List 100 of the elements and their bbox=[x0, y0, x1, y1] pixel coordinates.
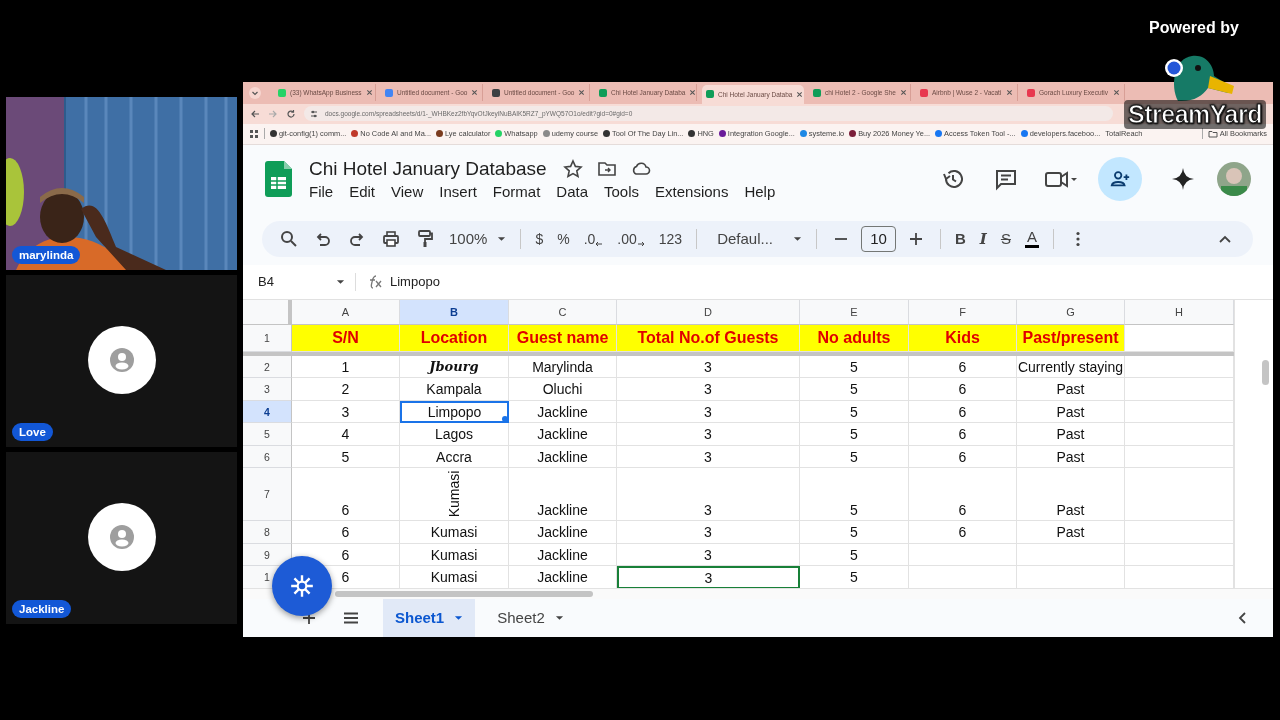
menu-item[interactable]: File bbox=[309, 182, 334, 200]
table-cell: Past bbox=[1017, 378, 1125, 401]
percent-button[interactable]: % bbox=[557, 230, 570, 247]
table-cell: Jackline bbox=[509, 400, 617, 424]
participant-name: Love bbox=[12, 423, 53, 441]
snowflake-icon bbox=[289, 573, 315, 599]
table-cell: 3 bbox=[292, 400, 400, 424]
folder-icon bbox=[1207, 128, 1218, 139]
table-cell: Jackline bbox=[509, 423, 617, 446]
sheet-tab[interactable]: Sheet1 bbox=[383, 599, 476, 637]
table-cell: Oluchi bbox=[509, 378, 617, 401]
table-cell: 6 bbox=[909, 355, 1017, 379]
caret-icon bbox=[554, 615, 564, 621]
table-cell: 2 bbox=[292, 378, 400, 401]
table-cell: Past bbox=[1017, 468, 1125, 522]
menu-item[interactable]: View bbox=[391, 182, 424, 200]
decrease-decimal-button[interactable]: .0 bbox=[583, 230, 604, 247]
row-number[interactable]: 1 bbox=[243, 324, 292, 352]
close-icon[interactable] bbox=[689, 89, 697, 97]
table-cell: 5 bbox=[800, 543, 909, 567]
table-cell: 5 bbox=[800, 445, 909, 469]
formula-field[interactable]: Limpopo bbox=[390, 274, 440, 290]
row-number[interactable]: 3 bbox=[243, 378, 292, 401]
table-cell: 6 bbox=[909, 468, 1017, 522]
scrollbar-thumb[interactable] bbox=[1262, 359, 1269, 385]
close-icon[interactable] bbox=[578, 89, 586, 97]
tab-search-icon[interactable] bbox=[249, 86, 261, 99]
close-icon[interactable] bbox=[1113, 89, 1120, 97]
close-icon[interactable] bbox=[365, 89, 373, 97]
bold-button[interactable]: B bbox=[955, 230, 966, 248]
table-cell: Jackline bbox=[509, 445, 617, 469]
powered-by-label: Powered by bbox=[1149, 19, 1239, 37]
paint-format-icon[interactable] bbox=[415, 228, 435, 249]
table-cell: Jackline bbox=[509, 521, 617, 544]
menu-item[interactable]: Help bbox=[744, 182, 776, 200]
row-number[interactable]: 5 bbox=[243, 423, 292, 446]
caret-icon bbox=[454, 615, 464, 621]
menu-item[interactable]: Tools bbox=[604, 182, 640, 200]
row-number[interactable]: 4 bbox=[243, 400, 292, 424]
person-icon bbox=[109, 348, 134, 372]
apps-icon[interactable] bbox=[249, 128, 259, 139]
person-icon bbox=[109, 525, 134, 549]
text-color-button[interactable]: A bbox=[1024, 229, 1039, 249]
row-number[interactable]: 6 bbox=[243, 445, 292, 469]
column-header[interactable]: A bbox=[292, 299, 400, 325]
table-cell: Jbourg bbox=[400, 355, 509, 379]
table-cell: 6 bbox=[909, 521, 1017, 544]
print-icon[interactable] bbox=[381, 228, 401, 249]
table-cell: Kumasi bbox=[400, 543, 509, 567]
font-size-field[interactable]: 10 bbox=[861, 225, 896, 252]
italic-button[interactable]: I bbox=[979, 229, 987, 248]
zoom-dropdown[interactable]: 100% bbox=[449, 230, 507, 248]
star-icon[interactable] bbox=[562, 158, 583, 179]
share-button[interactable] bbox=[1098, 156, 1142, 201]
menu-item[interactable]: Insert bbox=[439, 182, 477, 200]
participant-name: Jackline bbox=[12, 600, 72, 618]
column-header[interactable]: E bbox=[800, 299, 909, 325]
table-cell: Jackline bbox=[509, 468, 617, 522]
table-cell: 6 bbox=[909, 445, 1017, 469]
currency-button[interactable]: $ bbox=[535, 230, 544, 247]
menu-item[interactable]: Data bbox=[556, 182, 588, 200]
menu-item[interactable]: Extensions bbox=[655, 182, 729, 200]
sheet-tab[interactable]: Sheet2 bbox=[485, 599, 576, 637]
font-dropdown[interactable]: Defaul... bbox=[717, 230, 802, 248]
row-number[interactable]: 2 bbox=[243, 355, 292, 379]
reload-icon[interactable] bbox=[286, 108, 296, 119]
table-cell: 5 bbox=[800, 521, 909, 544]
close-icon[interactable] bbox=[1006, 89, 1013, 97]
close-icon[interactable] bbox=[471, 89, 479, 97]
caret-icon[interactable] bbox=[336, 278, 345, 285]
close-icon[interactable] bbox=[796, 90, 804, 98]
column-header[interactable]: G bbox=[1017, 299, 1125, 325]
column-header[interactable]: C bbox=[509, 299, 617, 325]
table-cell: 3 bbox=[617, 468, 800, 522]
column-heading: Guest name bbox=[509, 324, 617, 352]
column-header[interactable]: D bbox=[617, 299, 800, 325]
spreadsheet-logo[interactable] bbox=[265, 160, 292, 197]
menu-item[interactable]: Format bbox=[492, 182, 541, 200]
row-number[interactable]: 7 bbox=[243, 468, 292, 522]
increase-decimal-button[interactable]: .00 bbox=[617, 230, 645, 247]
back-icon[interactable] bbox=[250, 108, 260, 119]
menu-item[interactable]: Edit bbox=[349, 182, 376, 200]
row-number[interactable]: 8 bbox=[243, 521, 292, 544]
column-header[interactable]: B bbox=[400, 299, 509, 325]
table-cell: 5 bbox=[800, 423, 909, 446]
column-header[interactable]: F bbox=[909, 299, 1017, 325]
table-cell: Kampala bbox=[400, 378, 509, 401]
column-header[interactable]: H bbox=[1125, 299, 1234, 325]
table-cell: Currently staying bbox=[1017, 355, 1125, 379]
table-cell: Kumasi bbox=[446, 470, 462, 518]
table-cell: 3 bbox=[617, 521, 800, 544]
participant-name: marylinda bbox=[12, 246, 81, 264]
close-icon[interactable] bbox=[899, 89, 907, 97]
table-cell: Past bbox=[1017, 423, 1125, 446]
strikethrough-button[interactable]: S bbox=[1000, 230, 1011, 248]
search-icon[interactable] bbox=[279, 228, 299, 249]
scrollbar-thumb[interactable] bbox=[335, 591, 593, 597]
document-title[interactable]: Chi Hotel January Database bbox=[309, 157, 547, 180]
name-box[interactable]: B4 bbox=[258, 274, 336, 290]
number-format-button[interactable]: 123 bbox=[658, 230, 683, 247]
